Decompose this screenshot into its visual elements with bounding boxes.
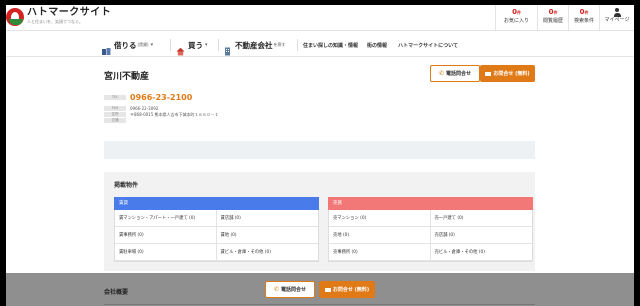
page: ハトマークサイト 人と住まいを、笑顔でつなぐ。 0件 お気に入り 0件 閲覧履歴…	[6, 5, 634, 306]
listing-link[interactable]: 売ビル・倉庫・その他 (0)	[430, 244, 532, 261]
nav-buy-label: 買う	[188, 40, 203, 50]
sticky-mail-inquiry-button[interactable]: お問合せ (無料)	[319, 281, 375, 298]
listing-link[interactable]: 賃ビル・倉庫・その他 (0)	[216, 244, 318, 261]
tel-number[interactable]: 0966-23-2100	[130, 93, 192, 102]
nav-buy[interactable]: 買う ▾	[176, 38, 208, 55]
user-icon	[613, 8, 621, 17]
sale-listings: 売買 売マンション (0) 売一戸建て (0) 売地 (0) 売店舗 (0) 売…	[328, 197, 533, 262]
company-name: 宮川不動産	[104, 72, 150, 82]
site-name: ハトマークサイト	[27, 7, 112, 18]
nav-link-about[interactable]: ハトマークサイトについて	[398, 42, 458, 49]
main-nav: 借りる (賃貸) ▾ 買う ▾ 不動産会社 を探す 住まい探しの知識・情報 街の…	[6, 32, 634, 57]
phone-icon: ✆	[273, 286, 279, 293]
favorites-label: お気に入り	[503, 18, 529, 24]
nav-link-town-info[interactable]: 街の情報	[367, 42, 387, 49]
divider	[104, 304, 535, 305]
nav-rent-sub: (賃貸)	[137, 42, 149, 47]
book-icon	[102, 41, 111, 55]
nav-company-label: 不動産会社	[235, 40, 273, 50]
tel-label: TEL	[104, 95, 126, 100]
listing-link[interactable]: 賃店舗 (0)	[216, 210, 318, 227]
mail-inquiry-button[interactable]: お問合せ (無料)	[480, 65, 535, 82]
house-icon	[176, 41, 185, 55]
top-header: ハトマークサイト 人と住まいを、笑顔でつなぐ。 0件 お気に入り 0件 閲覧履歴…	[6, 5, 634, 31]
mypage-button[interactable]: マイページ	[599, 5, 634, 31]
site-tagline: 人と住まいを、笑顔でつなぐ。	[27, 19, 83, 24]
sticky-phone-inquiry-button[interactable]: ✆ 電話問合せ	[265, 281, 315, 298]
saved-conditions-button[interactable]: 0件 検索条件	[568, 5, 599, 31]
phone-icon: ✆	[438, 70, 444, 77]
nav-company-search[interactable]: 不動産会社 を探す	[223, 38, 286, 55]
listing-link[interactable]: 売マンション (0)	[329, 210, 431, 227]
conditions-label: 検索条件	[573, 18, 594, 24]
listing-link[interactable]: 売地 (0)	[329, 227, 431, 244]
listing-link[interactable]: 賃駐車場 (0)	[115, 244, 217, 261]
listing-link[interactable]: 賃事務所 (0)	[115, 227, 217, 244]
listing-link[interactable]: 賃地 (0)	[216, 227, 318, 244]
nav-divider	[218, 39, 219, 51]
mail-icon	[485, 71, 492, 76]
phone-inquiry-button[interactable]: ✆ 電話問合せ	[430, 65, 480, 82]
nav-rent-label: 借りる	[114, 40, 137, 50]
chevron-down-icon: ▾	[205, 42, 208, 48]
access-label: 交通	[104, 118, 126, 123]
fax-number: 0966-22-3092	[130, 106, 159, 111]
sale-header: 売買	[328, 197, 533, 210]
nav-divider	[297, 39, 298, 51]
address-label: 住所	[104, 112, 126, 117]
listing-link[interactable]: 賃マンション・アパート・一戸建て (0)	[115, 210, 217, 227]
favorites-button[interactable]: 0件 お気に入り	[495, 5, 537, 31]
nav-rent[interactable]: 借りる (賃貸) ▾	[102, 38, 154, 55]
listings-title: 掲載物件	[114, 182, 139, 189]
history-button[interactable]: 0件 閲覧履歴	[537, 5, 568, 31]
hatomark-logo-icon	[6, 8, 24, 26]
rent-header: 賃貸	[114, 197, 319, 210]
listings-panel: 掲載物件 賃貸 賃マンション・アパート・一戸建て (0) 賃店舗 (0) 賃事務…	[104, 172, 535, 271]
building-icon	[223, 41, 232, 55]
listing-link[interactable]: 売一戸建て (0)	[430, 210, 532, 227]
nav-company-sub: を探す	[273, 42, 286, 47]
mypage-label: マイページ	[604, 17, 630, 23]
chevron-down-icon: ▾	[150, 42, 154, 48]
mail-icon	[324, 287, 331, 292]
address-value: 〒868-0015 熊本県人吉市下城本町１６６０－１	[130, 112, 219, 117]
nav-divider	[170, 39, 171, 51]
nav-link-knowledge[interactable]: 住まい探しの知識・情報	[303, 42, 358, 49]
listing-link[interactable]: 売店舗 (0)	[430, 227, 532, 244]
info-banner	[104, 141, 535, 159]
fax-label: FAX	[104, 106, 126, 111]
history-label: 閲覧履歴	[542, 18, 563, 24]
rent-listings: 賃貸 賃マンション・アパート・一戸建て (0) 賃店舗 (0) 賃事務所 (0)…	[114, 197, 319, 262]
company-overview-title: 会社概要	[104, 289, 129, 296]
site-logo[interactable]: ハトマークサイト 人と住まいを、笑顔でつなぐ。	[6, 7, 111, 29]
listing-link[interactable]: 売事務所 (0)	[329, 244, 431, 261]
